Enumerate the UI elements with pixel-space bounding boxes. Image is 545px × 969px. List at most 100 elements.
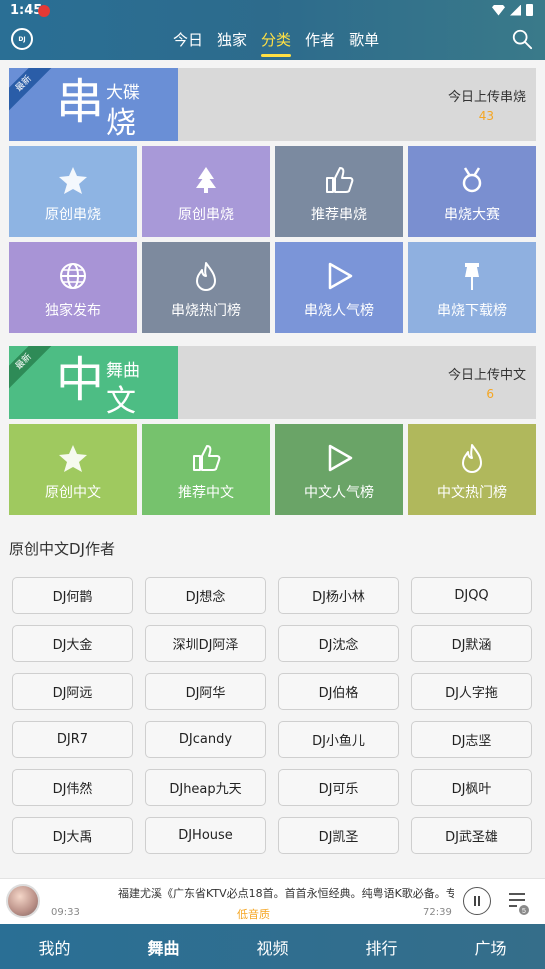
author-chip[interactable]: DJ小鱼儿	[278, 721, 399, 758]
chuanshao-tile[interactable]: 原创串烧	[9, 146, 137, 237]
zhongwen-tile-grid: 原创中文 推荐中文 中文人气榜 中文热门榜	[9, 424, 536, 515]
star-icon	[59, 167, 87, 194]
banner-big-char: 中	[56, 352, 105, 408]
play-icon	[328, 262, 353, 290]
tab-exclusive[interactable]: 独家	[210, 29, 254, 57]
banner-chuanshao[interactable]: 最新 串 大碟 烧 今日上传串烧 43	[9, 68, 536, 141]
nav-video[interactable]: 视频	[218, 924, 327, 969]
today-upload-count: 43	[478, 109, 494, 123]
author-chip[interactable]: DJ沈念	[278, 625, 399, 662]
search-icon[interactable]	[511, 28, 533, 50]
author-chip[interactable]: DJ想念	[145, 577, 266, 614]
app-header: 1:45 DJ 今日 独家 分类 作者 歌单	[0, 0, 545, 60]
tile-label: 中文热门榜	[437, 485, 507, 501]
tile-label: 串烧大赛	[444, 207, 500, 223]
nav-dance-music[interactable]: 舞曲	[109, 924, 218, 969]
bottom-nav: 我的 舞曲 视频 排行 广场	[0, 924, 545, 969]
app-logo-text: DJ	[18, 35, 26, 43]
tab-author[interactable]: 作者	[298, 29, 342, 57]
author-chip[interactable]: DJ杨小林	[278, 577, 399, 614]
today-upload-count: 6	[486, 387, 494, 401]
tile-label: 独家发布	[45, 303, 101, 319]
chuanshao-tile[interactable]: 串烧下载榜	[408, 242, 536, 333]
tree-icon	[196, 167, 216, 193]
battery-icon	[526, 4, 533, 16]
pin-icon	[465, 263, 479, 290]
author-chip[interactable]: DJ阿远	[12, 673, 133, 710]
flame-icon	[462, 444, 482, 473]
category-content[interactable]: 最新 串 大碟 烧 今日上传串烧 43 原创串烧 原创串烧 推荐串烧 串烧大赛独家发布…	[0, 60, 545, 878]
banner-chuanshao-art: 最新 串 大碟 烧	[9, 68, 178, 141]
tile-label: 串烧下载榜	[437, 303, 507, 319]
author-chip[interactable]: DJ枫叶	[411, 769, 532, 806]
author-chip-grid: DJ何鹊 DJ想念 DJ杨小林 DJQQ DJ大金 深圳DJ阿泽 DJ沈念 DJ默涵 DJ阿远 D…	[12, 577, 536, 854]
author-chip[interactable]: DJheap九天	[145, 769, 266, 806]
today-upload-label: 今日上传串烧	[447, 90, 526, 105]
recording-icon	[38, 5, 50, 17]
chuanshao-tile-grid: 原创串烧 原创串烧 推荐串烧 串烧大赛独家发布 串烧热门榜 串烧人气榜 串烧下载榜	[9, 146, 536, 333]
author-chip[interactable]: DJ志坚	[411, 721, 532, 758]
zhongwen-tile[interactable]: 中文人气榜	[275, 424, 403, 515]
chuanshao-tile[interactable]: 串烧大赛	[408, 146, 536, 237]
banner-zhongwen[interactable]: 最新 中 舞曲 文 今日上传中文 6	[9, 346, 536, 419]
tile-label: 原创串烧	[178, 207, 234, 223]
thumbs-up-icon	[326, 167, 354, 193]
author-chip[interactable]: DJ伯格	[278, 673, 399, 710]
author-chip[interactable]: DJ大禹	[12, 817, 133, 854]
author-chip[interactable]: DJ可乐	[278, 769, 399, 806]
chuanshao-tile[interactable]: 串烧人气榜	[275, 242, 403, 333]
banner-big-char: 串	[56, 74, 105, 130]
tile-label: 推荐串烧	[311, 207, 367, 223]
author-chip[interactable]: DJ武圣雄	[411, 817, 532, 854]
status-icons	[492, 4, 533, 16]
app-logo[interactable]: DJ	[11, 28, 33, 50]
mini-player[interactable]: 福建尤溪《广东省KTV必点18首。首首永恒经典。纯粤语K歌必备。专 09:33 …	[0, 878, 545, 924]
zhongwen-tile[interactable]: 推荐中文	[142, 424, 270, 515]
new-corner-badge: 最新	[9, 346, 55, 393]
author-chip[interactable]: DJR7	[12, 721, 133, 758]
banner-zhongwen-art: 最新 中 舞曲 文	[9, 346, 178, 419]
nav-mine[interactable]: 我的	[0, 924, 109, 969]
author-chip[interactable]: DJQQ	[411, 577, 532, 614]
duration-time: 72:39	[423, 907, 452, 918]
playlist-icon[interactable]: 5	[507, 889, 531, 915]
nav-ranking[interactable]: 排行	[327, 924, 436, 969]
author-chip[interactable]: DJcandy	[145, 721, 266, 758]
quality-label[interactable]: 低音质	[237, 906, 270, 922]
author-chip[interactable]: DJ何鹊	[12, 577, 133, 614]
tab-category[interactable]: 分类	[254, 29, 298, 57]
author-chip[interactable]: DJ大金	[12, 625, 133, 662]
tile-label: 串烧热门榜	[171, 303, 241, 319]
tile-label: 推荐中文	[178, 485, 234, 501]
tile-label: 原创串烧	[45, 207, 101, 223]
authors-section-title: 原创中文DJ作者	[9, 540, 115, 558]
pause-button[interactable]	[463, 887, 491, 915]
chuanshao-tile[interactable]: 独家发布	[9, 242, 137, 333]
star-icon	[59, 445, 87, 472]
zhongwen-tile[interactable]: 原创中文	[9, 424, 137, 515]
track-cover-avatar[interactable]	[6, 884, 40, 918]
chuanshao-tile[interactable]: 推荐串烧	[275, 146, 403, 237]
tile-label: 串烧人气榜	[304, 303, 374, 319]
author-chip[interactable]: DJ默涵	[411, 625, 532, 662]
zhongwen-tile[interactable]: 中文热门榜	[408, 424, 536, 515]
wifi-icon	[492, 4, 505, 16]
playlist-count: 5	[522, 908, 526, 915]
elapsed-time: 09:33	[51, 907, 80, 918]
author-chip[interactable]: DJ伟然	[12, 769, 133, 806]
banner-small-char: 文	[106, 384, 136, 419]
new-corner-badge: 最新	[9, 68, 55, 115]
author-chip[interactable]: DJ阿华	[145, 673, 266, 710]
author-chip[interactable]: DJHouse	[145, 817, 266, 854]
author-chip[interactable]: 深圳DJ阿泽	[145, 625, 266, 662]
tab-playlist[interactable]: 歌单	[342, 29, 386, 57]
author-chip[interactable]: DJ凯圣	[278, 817, 399, 854]
tab-today[interactable]: 今日	[166, 29, 210, 57]
signal-icon	[510, 4, 521, 16]
play-icon	[328, 444, 353, 472]
track-title: 福建尤溪《广东省KTV必点18首。首首永恒经典。纯粤语K歌必备。专	[118, 887, 454, 900]
chuanshao-tile[interactable]: 串烧热门榜	[142, 242, 270, 333]
author-chip[interactable]: DJ人字拖	[411, 673, 532, 710]
nav-square[interactable]: 广场	[436, 924, 545, 969]
chuanshao-tile[interactable]: 原创串烧	[142, 146, 270, 237]
